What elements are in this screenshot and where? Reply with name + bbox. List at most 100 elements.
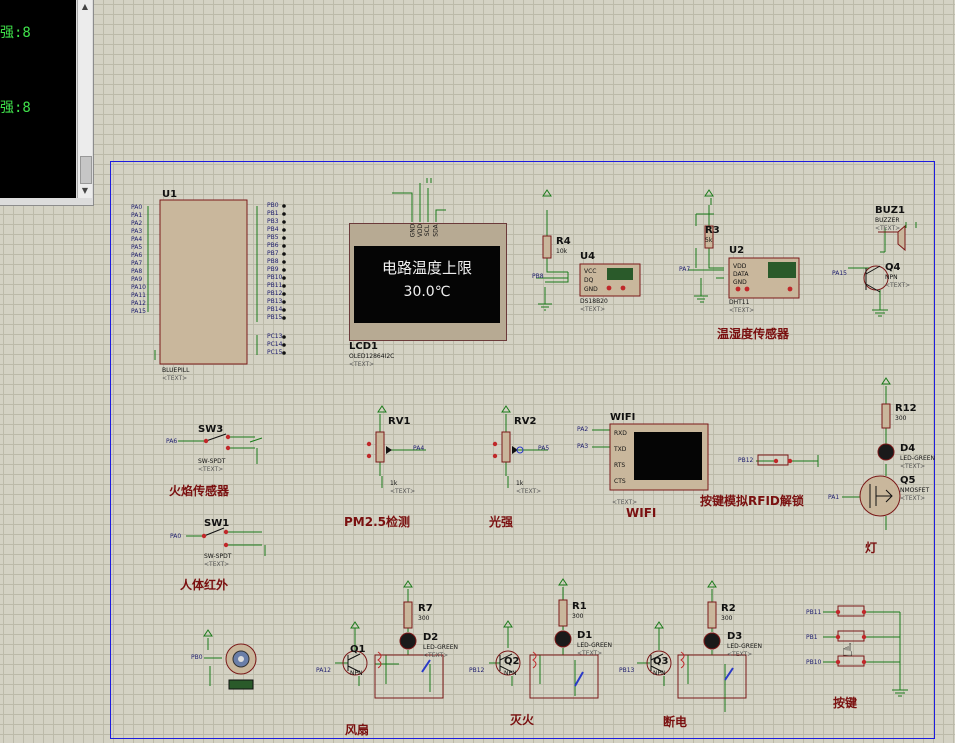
lamp-circuit[interactable] [859,403,901,517]
q4-net: PA15 [832,270,847,277]
oled-pin-gnd: GND [409,223,417,238]
d3-model: LED-GREEN [727,643,763,650]
key-net: PB10 [806,659,822,666]
rv2-text-tag: <TEXT> [516,488,542,495]
mcu-net: PA10 [131,284,146,291]
r12-ref: R12 [895,403,917,414]
d1-ref: D1 [577,630,593,641]
rv1-value: 1k [390,480,398,487]
mcu-net: PA1 [131,212,143,219]
u4-text-tag: <TEXT> [580,306,606,313]
motor[interactable] [225,643,257,690]
rv1-text-tag: <TEXT> [390,488,416,495]
hand-cursor-icon: ☝ [842,640,853,661]
dht11-display [768,262,796,278]
mcu-net: PA4 [131,236,143,243]
sw1-ref: SW1 [204,518,230,529]
d1-model: LED-GREEN [577,642,613,649]
mcu-net: PB13 [267,298,283,305]
rfid-net: PB12 [738,457,754,464]
mcu-net: PB6 [267,242,279,249]
q2-net: PB12 [469,667,485,674]
rfid-key[interactable] [757,454,793,466]
label-rfid: 按键模拟RFID解锁 [700,494,804,508]
mcu-net: PA11 [131,292,146,299]
u4-model: DS18B20 [580,298,608,305]
mcu-net: PA8 [131,268,143,275]
wifi-text-tag: <TEXT> [612,499,638,506]
mcu-net: PA6 [131,252,143,259]
mcu-net: PB3 [267,218,279,225]
u2-pin-gnd: GND [733,279,747,286]
oled-pin-scl: SCL [424,224,432,237]
rv1-ref: RV1 [388,416,411,427]
u4-net: PB8 [532,273,544,280]
mcu-net: PB1 [267,210,279,217]
mcu-pin-dots [282,204,286,355]
q3-model: NPN [653,670,666,677]
resistor-r1 [558,599,568,627]
wifi-pin-cts: CTS [614,478,626,485]
mcu-net: PB0 [267,202,279,209]
mcu-net: PA12 [131,300,146,307]
sw1-model: SW-SPDT [204,553,232,560]
mcu-net: PB15 [267,314,283,321]
rv2-value: 1k [516,480,524,487]
r7-value: 300 [418,615,430,622]
wifi-net: PA2 [577,426,589,433]
u2-text-tag: <TEXT> [729,307,755,314]
mcu-net: PB11 [267,282,283,289]
u2-net: PA7 [679,266,691,273]
potentiometer-rv1[interactable] [366,431,392,463]
motor-net: PB0 [191,654,203,661]
sw1-text-tag: <TEXT> [204,561,230,568]
d2-ref: D2 [423,632,439,643]
led-d4 [877,443,895,461]
mcu-net: PA2 [131,220,143,227]
q1-model: NPN [350,670,363,677]
oled-display-lcd1[interactable]: 电路温度上限 30.0℃ [349,223,507,341]
r4-value: 10k [556,248,568,255]
resistor-r4[interactable] [542,235,552,259]
r7-ref: R7 [418,603,433,614]
mcu-net: PB12 [267,290,283,297]
u4-pin-dq: DQ [584,277,594,284]
oled-line-2: 30.0℃ [403,284,451,300]
switch-sw1[interactable] [201,527,229,548]
mcu-u1[interactable] [147,199,286,365]
mcu-ref: U1 [162,189,178,200]
key-net: PB11 [806,609,822,616]
label-pm25: PM2.5检测 [344,515,410,529]
mcu-net: PB10 [267,274,283,281]
label-fan: 风扇 [345,723,370,737]
switch-sw3[interactable] [203,433,231,451]
d4-model: LED-GREEN [900,455,936,462]
schematic-canvas[interactable] [0,0,955,743]
label-fire: 灭火 [510,713,535,727]
key-net: PB1 [806,634,818,641]
oled-model: OLED12864I2C [349,353,395,360]
r3-ref: R3 [705,225,720,236]
q5-net: PA1 [828,494,840,501]
q4-model: NPN [885,274,898,281]
buz-text-tag: <TEXT> [875,225,901,232]
oled-pin-sda: SDA [432,224,440,237]
oled-text-tag: <TEXT> [349,361,375,368]
mcu-net: PA7 [131,260,143,267]
dht11-u2[interactable] [704,225,800,299]
d4-text-tag: <TEXT> [900,463,926,470]
d4-ref: D4 [900,443,916,454]
resistor-r12 [881,403,891,429]
mcu-text-tag: <TEXT> [162,375,188,382]
u4-pin-vcc: VCC [584,268,597,275]
mcu-net: PB14 [267,306,283,313]
mcu-net: PC13 [267,333,283,340]
potentiometer-rv2[interactable] [492,431,524,463]
mcu-net: PB7 [267,250,279,257]
buz-ref: BUZ1 [875,205,905,216]
mcu-net: PA15 [131,308,146,315]
u2-pin-vdd: VDD [733,263,747,270]
rv2-ref: RV2 [514,416,537,427]
mcu-net: PA9 [131,276,143,283]
q2-ref: Q2 [504,656,520,667]
